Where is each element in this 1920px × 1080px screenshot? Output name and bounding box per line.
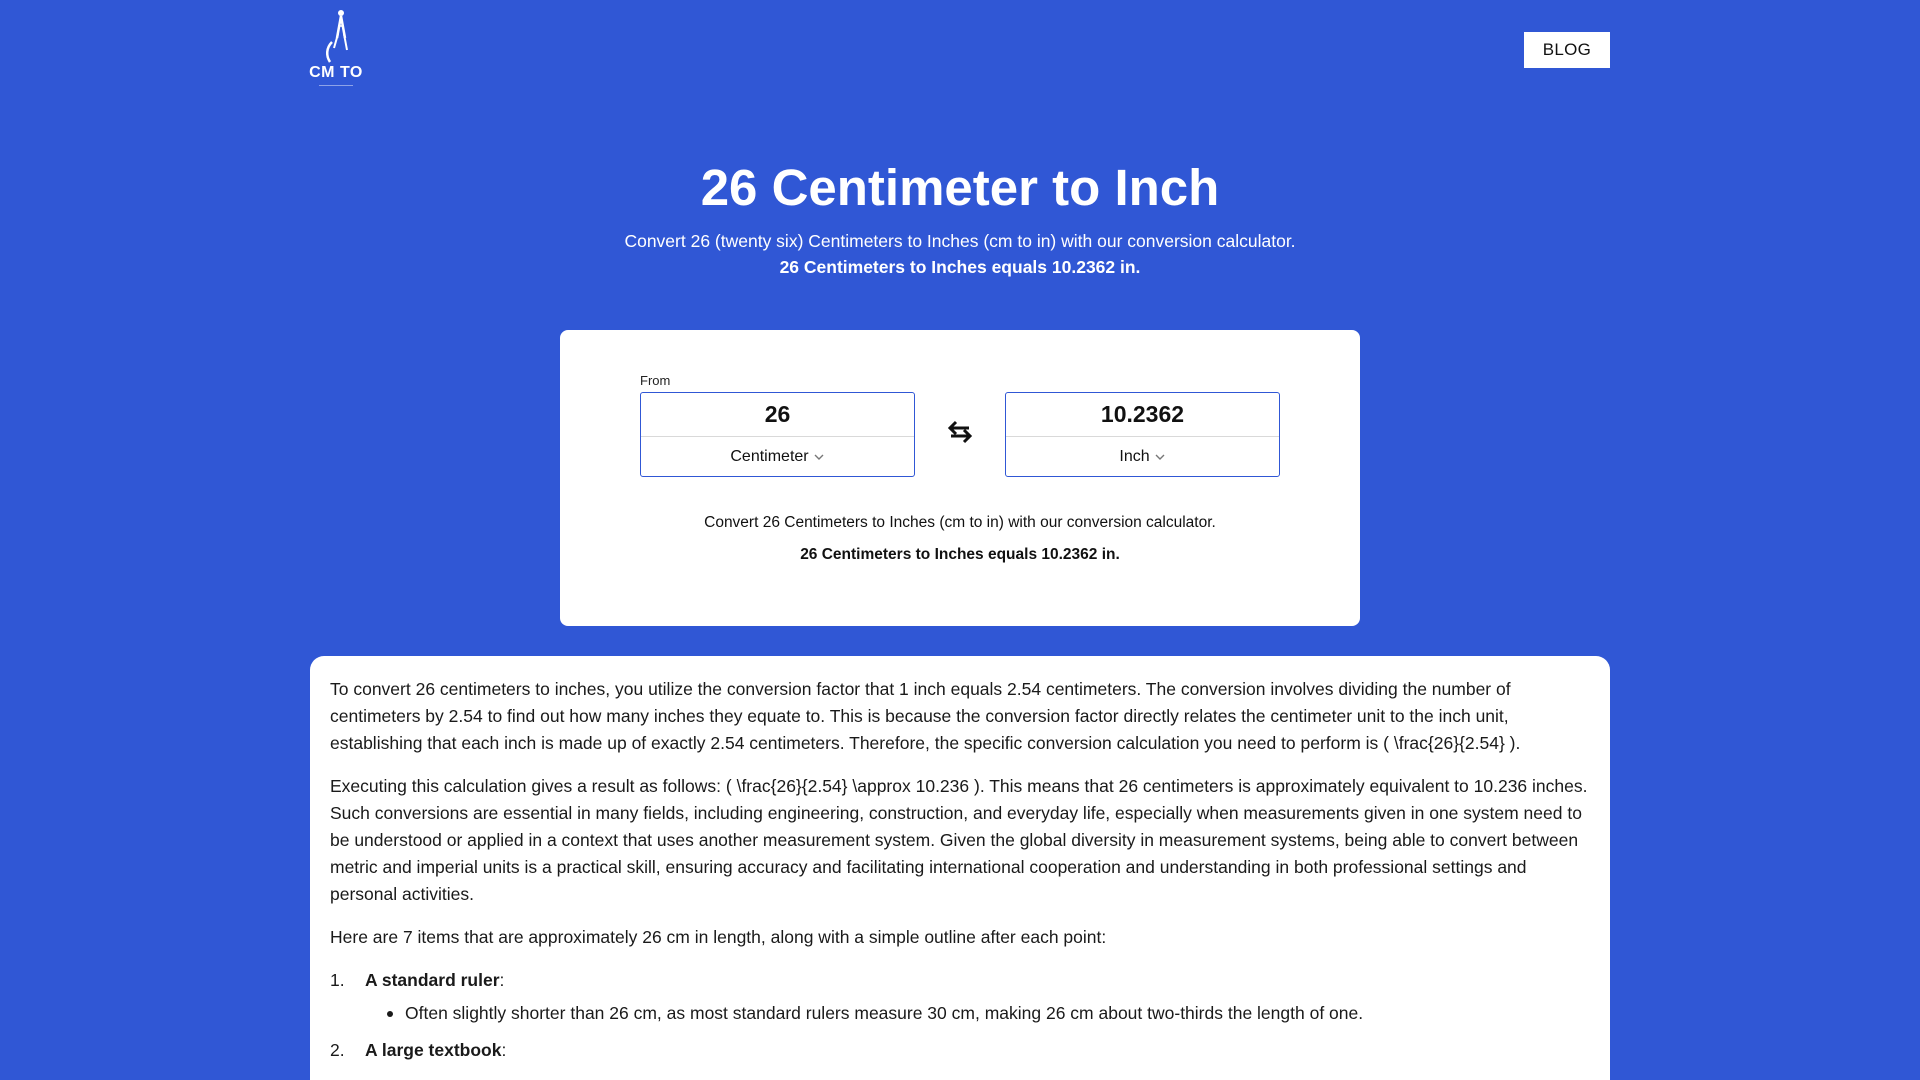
converter-description: Convert 26 Centimeters to Inches (cm to … xyxy=(704,514,1216,531)
from-unit-label: Centimeter xyxy=(730,448,809,465)
list-item-number: 2. xyxy=(330,1040,345,1060)
sub-list-item: Often slightly shorter than 26 cm, as mo… xyxy=(385,1000,1590,1027)
list-item-title: A standard ruler xyxy=(365,970,500,990)
from-unit-select[interactable]: Centimeter xyxy=(641,437,914,477)
article-paragraph: Here are 7 items that are approximately … xyxy=(330,927,1107,947)
article-paragraph: To convert 26 centimeters to inches, you… xyxy=(330,679,1521,753)
logo-underline xyxy=(319,85,353,86)
page-title: 26 Centimeter to Inch xyxy=(700,159,1220,216)
to-field: 10.2362 Inch xyxy=(1005,392,1280,477)
sub-list: Often slightly shorter than 26 cm, as mo… xyxy=(385,1000,1590,1027)
chevron-down-icon xyxy=(1155,454,1165,460)
converter-card: From 26 Centimeter 10.2362 Inch Convert … xyxy=(560,330,1360,626)
chevron-down-icon xyxy=(814,454,824,460)
hero-subtitle: Convert 26 (twenty six) Centimeters to I… xyxy=(624,231,1296,251)
from-field: 26 Centimeter xyxy=(640,392,915,477)
swap-button[interactable] xyxy=(944,416,976,448)
list-item: 1. A standard ruler: Often slightly shor… xyxy=(330,967,1590,1027)
to-unit-label: Inch xyxy=(1119,448,1150,465)
logo-text: CM TO xyxy=(309,64,363,81)
swap-arrows-icon xyxy=(947,420,973,444)
to-unit-select[interactable]: Inch xyxy=(1006,437,1279,477)
list-item: 2. A large textbook: xyxy=(330,1037,1590,1064)
site-header: CM TO BLOG xyxy=(0,0,1920,100)
converter-result: 26 Centimeters to Inches equals 10.2362 … xyxy=(800,546,1120,563)
from-label: From xyxy=(640,373,671,388)
hero-result: 26 Centimeters to Inches equals 10.2362 … xyxy=(779,257,1141,277)
list-item-suffix: : xyxy=(501,1040,507,1060)
list-item-suffix: : xyxy=(499,970,505,990)
list-item-title: A large textbook xyxy=(365,1040,502,1060)
compass-logo-icon xyxy=(326,10,348,63)
to-value-input[interactable]: 10.2362 xyxy=(1006,393,1279,437)
from-value-input[interactable]: 26 xyxy=(641,393,914,437)
site-logo[interactable]: CM TO xyxy=(305,8,367,92)
list-item-number: 1. xyxy=(330,970,345,990)
items-list: 1. A standard ruler: Often slightly shor… xyxy=(330,967,1590,1064)
article-content: To convert 26 centimeters to inches, you… xyxy=(310,656,1610,1080)
article-paragraph: Executing this calculation gives a resul… xyxy=(330,776,1588,904)
blog-button[interactable]: BLOG xyxy=(1524,32,1610,68)
